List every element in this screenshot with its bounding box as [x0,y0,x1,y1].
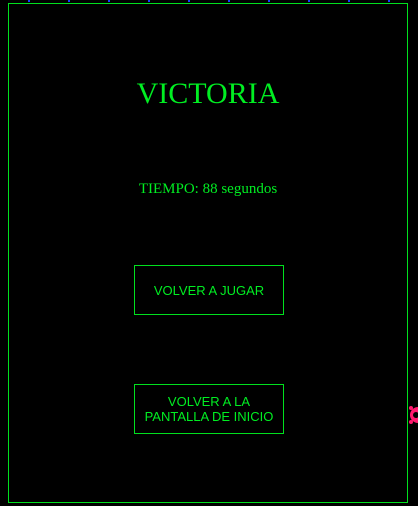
game-frame: VICTORIA TIEMPO: 88 segundos VOLVER A JU… [8,3,408,503]
top-tick [188,0,190,2]
victory-title: VICTORIA [136,77,280,110]
play-again-label: VOLVER A JUGAR [153,282,265,298]
top-tick [148,0,150,2]
time-unit: segundos [221,181,278,197]
play-again-button[interactable]: VOLVER A JUGAR [134,265,284,315]
back-to-home-label: VOLVER A LA PANTALLA DE INICIO [144,394,274,424]
back-to-home-button[interactable]: VOLVER A LA PANTALLA DE INICIO [134,384,284,434]
elapsed-time: TIEMPO: 88 segundos [9,179,407,199]
top-tick [108,0,110,2]
player-sprite-icon [409,404,418,426]
top-tick [28,0,30,2]
top-tick [348,0,350,2]
top-tick [388,0,390,2]
time-label: TIEMPO: [138,181,199,197]
time-value: 88 [202,181,218,197]
top-tick [68,0,70,2]
top-tick [268,0,270,2]
top-tick [308,0,310,2]
top-tick [228,0,230,2]
